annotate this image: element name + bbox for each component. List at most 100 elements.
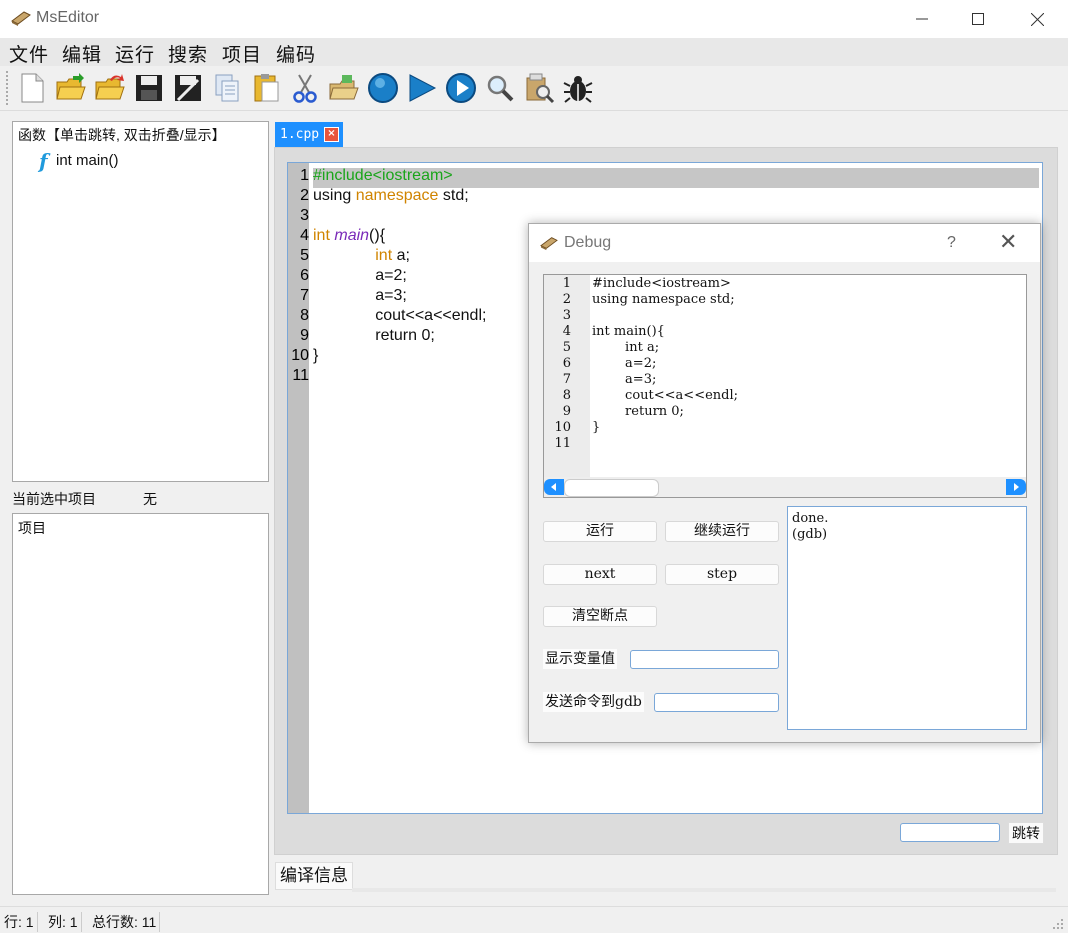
save-as-button[interactable]	[170, 70, 206, 106]
debug-line-number[interactable]: 10	[544, 420, 571, 435]
open-folder-icon	[56, 73, 86, 100]
search-replace-button[interactable]	[521, 70, 557, 106]
menu-edit[interactable]: 编辑	[62, 40, 102, 67]
status-column: 列: 1	[48, 912, 82, 932]
close-icon[interactable]: ✕	[999, 230, 1017, 255]
jump-button[interactable]: 跳转	[1008, 822, 1044, 844]
debug-line-number[interactable]: 3	[544, 308, 571, 323]
menu-search[interactable]: 搜索	[168, 40, 208, 67]
help-icon[interactable]: ?	[947, 234, 956, 252]
code-token: a=2;	[313, 267, 407, 284]
run-continue-icon	[446, 73, 476, 103]
tab-label: 1.cpp	[280, 127, 320, 142]
debug-line-number[interactable]: 7	[544, 372, 571, 387]
scroll-thumb[interactable]	[564, 479, 659, 497]
run-button[interactable]: 运行	[543, 521, 657, 542]
close-icon	[1030, 12, 1044, 26]
compile-info-area	[352, 888, 1056, 892]
gdb-command-input[interactable]	[654, 693, 779, 712]
code-token: using	[313, 187, 356, 204]
run-continue-button[interactable]	[443, 70, 479, 106]
next-button[interactable]: next	[543, 564, 657, 585]
line-number: 9	[300, 327, 309, 344]
code-line: a=3;	[313, 287, 407, 305]
open-recent-button[interactable]	[92, 70, 128, 106]
scroll-left-button[interactable]	[544, 479, 564, 495]
resize-grip-icon[interactable]	[1050, 917, 1064, 931]
step-button[interactable]: step	[665, 564, 779, 585]
run-button[interactable]	[404, 70, 440, 106]
scroll-right-button[interactable]	[1006, 479, 1026, 495]
debug-bug-icon	[563, 76, 593, 103]
tab-1-cpp[interactable]: 1.cpp ×	[275, 122, 343, 147]
code-token: a=3;	[313, 287, 407, 304]
close-button[interactable]	[1008, 0, 1066, 38]
debug-button[interactable]	[560, 70, 596, 106]
debug-code-view[interactable]: 1 2 3 4 5 6 7 8 9 10 11 #include<iostream> using na…	[543, 274, 1027, 498]
minimize-button[interactable]	[893, 0, 951, 38]
open-project-button[interactable]	[326, 70, 362, 106]
debug-line-number[interactable]: 2	[544, 292, 571, 307]
compile-info-tab[interactable]: 编译信息	[275, 862, 353, 890]
toolbar	[0, 66, 1068, 111]
cut-button[interactable]	[287, 70, 323, 106]
code-token: cout<<a<<endl;	[313, 307, 487, 324]
new-file-button[interactable]	[14, 70, 50, 106]
menu-bar: 文件 编辑 运行 搜索 项目 编码	[0, 38, 1068, 66]
code-token: }	[313, 347, 319, 364]
maximize-icon	[972, 13, 984, 25]
function-icon: f	[39, 149, 48, 173]
line-number: 2	[300, 187, 309, 204]
status-total-lines: 总行数: 11	[92, 912, 161, 932]
toolbar-grip[interactable]	[6, 71, 12, 105]
code-token: (){	[369, 227, 386, 244]
maximize-button[interactable]	[949, 0, 1007, 38]
variable-input[interactable]	[630, 650, 779, 669]
open-file-button[interactable]	[53, 70, 89, 106]
code-token: return 0;	[313, 327, 435, 344]
stop-button[interactable]	[365, 70, 401, 106]
menu-project[interactable]: 项目	[222, 40, 262, 67]
save-button[interactable]	[131, 70, 167, 106]
clear-breakpoints-button[interactable]: 清空断点	[543, 606, 657, 627]
paste-button[interactable]	[248, 70, 284, 106]
gdb-output-console[interactable]: done. (gdb)	[787, 506, 1027, 730]
debug-line-number[interactable]: 4	[544, 324, 571, 339]
copy-button[interactable]	[209, 70, 245, 106]
debug-line-number[interactable]: 6	[544, 356, 571, 371]
search-icon	[487, 75, 514, 102]
save-icon	[136, 75, 162, 101]
continue-button[interactable]: 继续运行	[665, 521, 779, 542]
function-item-main[interactable]: int main()	[56, 152, 119, 169]
debug-line-number[interactable]: 5	[544, 340, 571, 355]
search-replace-icon	[526, 73, 555, 104]
code-token: int	[313, 227, 330, 244]
debug-code-line: }	[592, 420, 601, 435]
horizontal-scrollbar[interactable]	[544, 477, 1026, 497]
code-line: }	[313, 347, 318, 365]
debug-code-line: int a;	[592, 340, 660, 355]
send-gdb-label: 发送命令到gdb	[543, 692, 644, 712]
menu-encoding[interactable]: 编码	[276, 40, 316, 67]
project-panel[interactable]: 项目	[12, 513, 269, 895]
search-button[interactable]	[482, 70, 518, 106]
line-number: 11	[292, 367, 309, 384]
debug-line-number[interactable]: 8	[544, 388, 571, 403]
line-number: 10	[291, 347, 309, 364]
debug-code-line: using namespace std;	[592, 292, 735, 307]
debug-line-number[interactable]: 9	[544, 404, 571, 419]
debug-line-number[interactable]: 1	[544, 276, 571, 291]
menu-file[interactable]: 文件	[9, 40, 49, 67]
tab-close-icon[interactable]: ×	[324, 127, 339, 142]
status-bar: 行: 1 列: 1 总行数: 11	[0, 906, 1068, 933]
jump-line-input[interactable]	[900, 823, 1000, 842]
app-logo-icon	[11, 11, 31, 26]
debug-line-number[interactable]: 11	[544, 436, 571, 451]
debug-title-bar[interactable]: Debug ? ✕	[529, 224, 1040, 262]
menu-run[interactable]: 运行	[115, 40, 155, 67]
output-line: done.	[792, 511, 829, 526]
code-line: a=2;	[313, 267, 407, 285]
project-tree-root[interactable]: 项目	[18, 518, 46, 538]
app-logo-icon	[540, 237, 558, 251]
